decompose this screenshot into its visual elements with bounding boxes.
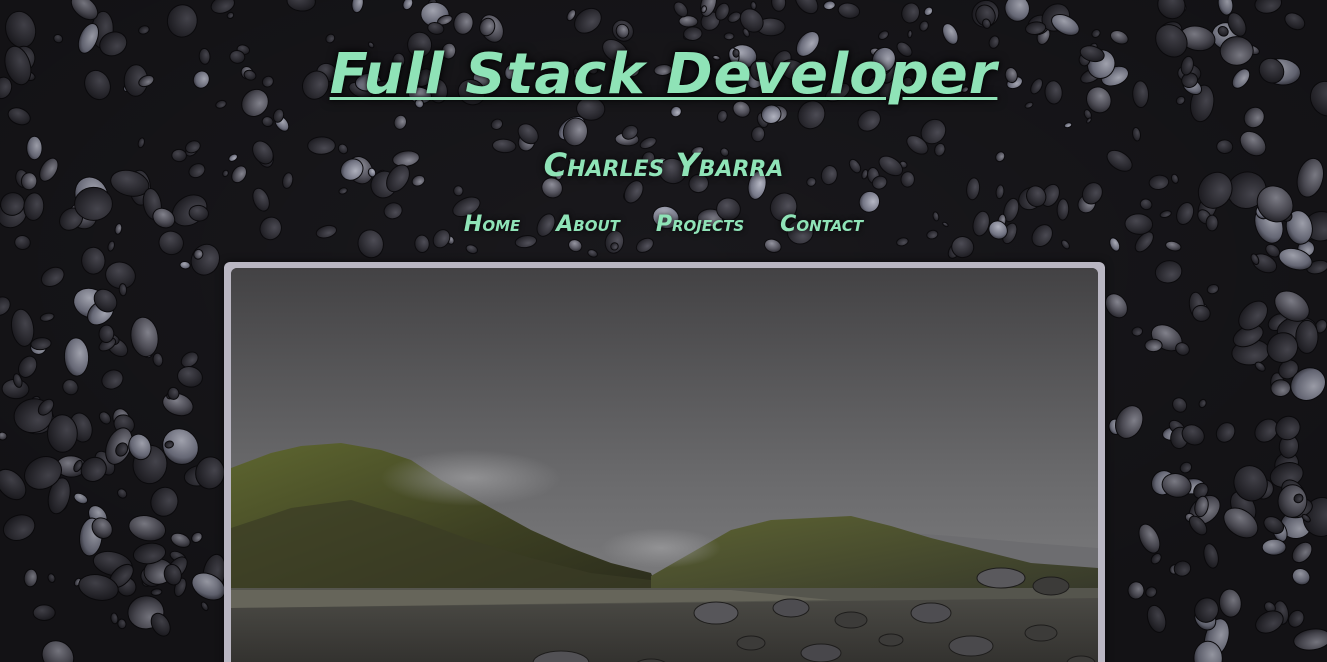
page: Full Stack Developer Charles Ybarra Home… — [0, 0, 1327, 662]
nav-contact[interactable]: Contact — [778, 210, 865, 240]
hero-frame — [224, 262, 1105, 662]
hero-image — [231, 268, 1098, 662]
nav-projects[interactable]: Projects — [654, 210, 746, 240]
site-title-link[interactable]: Full Stack Developer — [330, 42, 998, 107]
site-title: Full Stack Developer — [0, 40, 1327, 110]
nav-about[interactable]: About — [554, 210, 622, 240]
landscape-illustration — [231, 268, 1098, 662]
nav-home[interactable]: Home — [462, 210, 522, 240]
developer-name: Charles Ybarra — [543, 146, 784, 184]
site-header: Full Stack Developer Charles Ybarra Home… — [0, 0, 1327, 260]
main-nav: Home About Projects Contact — [0, 210, 1327, 240]
